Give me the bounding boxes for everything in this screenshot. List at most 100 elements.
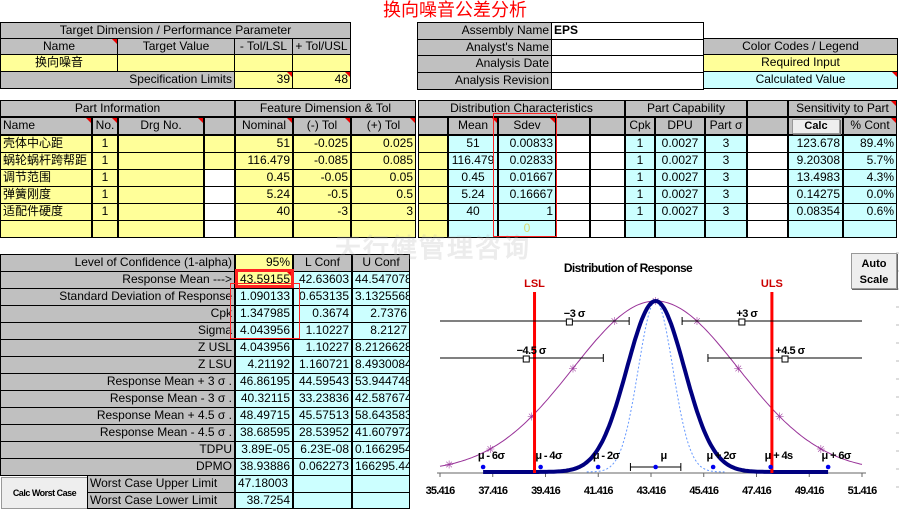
- part-plus-cell[interactable]: 0.025: [351, 135, 416, 153]
- part-plus-cell[interactable]: 0.085: [351, 152, 416, 170]
- part-sdev-cell[interactable]: 0.00833: [498, 135, 556, 153]
- part-cpk-cell[interactable]: 1: [625, 203, 655, 221]
- blank-cell[interactable]: [590, 135, 625, 153]
- lsl-input[interactable]: 39: [234, 71, 293, 89]
- part-minus-cell[interactable]: -0.025: [293, 135, 351, 153]
- assembly-field[interactable]: [551, 72, 704, 90]
- part-cpk-cell[interactable]: 1: [625, 135, 655, 153]
- part-minus-cell[interactable]: -0.5: [293, 186, 351, 204]
- part-nominal-cell[interactable]: 5.24: [235, 186, 293, 204]
- target-value-input[interactable]: [117, 54, 235, 72]
- part-no-cell[interactable]: 1: [92, 169, 118, 187]
- blank-cell[interactable]: [590, 169, 625, 187]
- part-dpu-cell[interactable]: [655, 220, 705, 238]
- part-name-cell[interactable]: [0, 220, 92, 238]
- target-plus-input[interactable]: [292, 54, 351, 72]
- blank-cell[interactable]: [204, 203, 235, 221]
- part-sensitivity-cell[interactable]: 9.20308: [788, 152, 843, 170]
- part-name-cell[interactable]: 适配件硬度: [0, 203, 92, 221]
- part-part_sigma-cell[interactable]: 3: [705, 152, 747, 170]
- part-mean-cell[interactable]: 116.479: [448, 152, 498, 170]
- part-sdev-cell[interactable]: 0.02833: [498, 152, 556, 170]
- blank-cell[interactable]: [556, 135, 590, 153]
- part-mean-cell[interactable]: 0.45: [448, 169, 498, 187]
- blank-cell[interactable]: [418, 135, 448, 153]
- blank-cell[interactable]: [590, 203, 625, 221]
- part-part_sigma-cell[interactable]: 3: [705, 135, 747, 153]
- blank-cell[interactable]: [118, 135, 204, 153]
- blank-cell[interactable]: [747, 135, 788, 153]
- part-sensitivity-cell[interactable]: 13.4983: [788, 169, 843, 187]
- part-no-cell[interactable]: 1: [92, 152, 118, 170]
- part-mean-cell[interactable]: 51: [448, 135, 498, 153]
- part-plus-cell[interactable]: 0.5: [351, 186, 416, 204]
- part-minus-cell[interactable]: -3: [293, 203, 351, 221]
- part-minus-cell[interactable]: -0.085: [293, 152, 351, 170]
- blank-cell[interactable]: [118, 203, 204, 221]
- part-dpu-cell[interactable]: 0.0027: [655, 169, 705, 187]
- part-cont-cell[interactable]: 89.4%: [843, 135, 897, 153]
- part-nominal-cell[interactable]: 116.479: [235, 152, 293, 170]
- blank-cell[interactable]: [204, 186, 235, 204]
- blank-cell[interactable]: [418, 186, 448, 204]
- part-cpk-cell[interactable]: 1: [625, 186, 655, 204]
- blank-cell[interactable]: [747, 152, 788, 170]
- assembly-field[interactable]: [551, 55, 704, 74]
- part-sensitivity-cell[interactable]: [788, 220, 843, 238]
- part-cont-cell[interactable]: 0.0%: [843, 186, 897, 204]
- target-name-input[interactable]: 换向噪音: [0, 54, 118, 72]
- blank-cell[interactable]: [118, 169, 204, 187]
- blank-cell[interactable]: [556, 169, 590, 187]
- blank-cell[interactable]: [204, 135, 235, 153]
- part-cont-cell[interactable]: 4.3%: [843, 169, 897, 187]
- calc-sensitivity-button[interactable]: Calc: [792, 119, 840, 134]
- assembly-field[interactable]: EPS: [551, 22, 704, 40]
- part-cpk-cell[interactable]: 1: [625, 169, 655, 187]
- part-nominal-cell[interactable]: 51: [235, 135, 293, 153]
- usl-input[interactable]: 48: [292, 71, 351, 89]
- blank-cell[interactable]: [556, 186, 590, 204]
- blank-cell[interactable]: [556, 152, 590, 170]
- blank-cell[interactable]: [118, 152, 204, 170]
- auto-scale-button[interactable]: Auto Scale: [851, 253, 897, 289]
- part-no-cell[interactable]: [92, 220, 118, 238]
- calc-worst-case-button[interactable]: Calc Worst Case: [1, 477, 88, 509]
- part-sensitivity-cell[interactable]: 0.08354: [788, 203, 843, 221]
- blank-cell[interactable]: [590, 186, 625, 204]
- blank-cell[interactable]: [747, 169, 788, 187]
- part-mean-cell[interactable]: 5.24: [448, 186, 498, 204]
- target-minus-input[interactable]: [234, 54, 293, 72]
- blank-cell[interactable]: [556, 220, 590, 238]
- blank-cell[interactable]: [418, 152, 448, 170]
- part-nominal-cell[interactable]: 40: [235, 203, 293, 221]
- part-cpk-cell[interactable]: [625, 220, 655, 238]
- assembly-field[interactable]: [551, 38, 704, 57]
- part-part_sigma-cell[interactable]: 3: [705, 203, 747, 221]
- blank-cell[interactable]: [747, 186, 788, 204]
- part-sensitivity-cell[interactable]: 123.678: [788, 135, 843, 153]
- blank-cell[interactable]: [204, 220, 235, 238]
- blank-cell[interactable]: [204, 169, 235, 187]
- blank-cell[interactable]: [747, 203, 788, 221]
- blank-cell[interactable]: [747, 220, 788, 238]
- part-cont-cell[interactable]: 0.6%: [843, 203, 897, 221]
- part-sdev-cell[interactable]: 0.16667: [498, 186, 556, 204]
- part-name-cell[interactable]: 弹簧刚度: [0, 186, 92, 204]
- part-dpu-cell[interactable]: 0.0027: [655, 135, 705, 153]
- part-name-cell[interactable]: 蜗轮蜗杆跨帮距: [0, 152, 92, 170]
- part-nominal-cell[interactable]: 0.45: [235, 169, 293, 187]
- part-minus-cell[interactable]: -0.05: [293, 169, 351, 187]
- part-part_sigma-cell[interactable]: 3: [705, 169, 747, 187]
- part-no-cell[interactable]: 1: [92, 186, 118, 204]
- part-no-cell[interactable]: 1: [92, 135, 118, 153]
- part-name-cell[interactable]: 调节范围: [0, 169, 92, 187]
- part-dpu-cell[interactable]: 0.0027: [655, 152, 705, 170]
- blank-cell[interactable]: [418, 203, 448, 221]
- part-cont-cell[interactable]: [843, 220, 897, 238]
- part-part_sigma-cell[interactable]: 3: [705, 186, 747, 204]
- part-sdev-cell[interactable]: 0.01667: [498, 169, 556, 187]
- part-cpk-cell[interactable]: 1: [625, 152, 655, 170]
- part-sdev-cell[interactable]: 1: [498, 203, 556, 221]
- part-nominal-cell[interactable]: [235, 220, 293, 238]
- part-mean-cell[interactable]: 40: [448, 203, 498, 221]
